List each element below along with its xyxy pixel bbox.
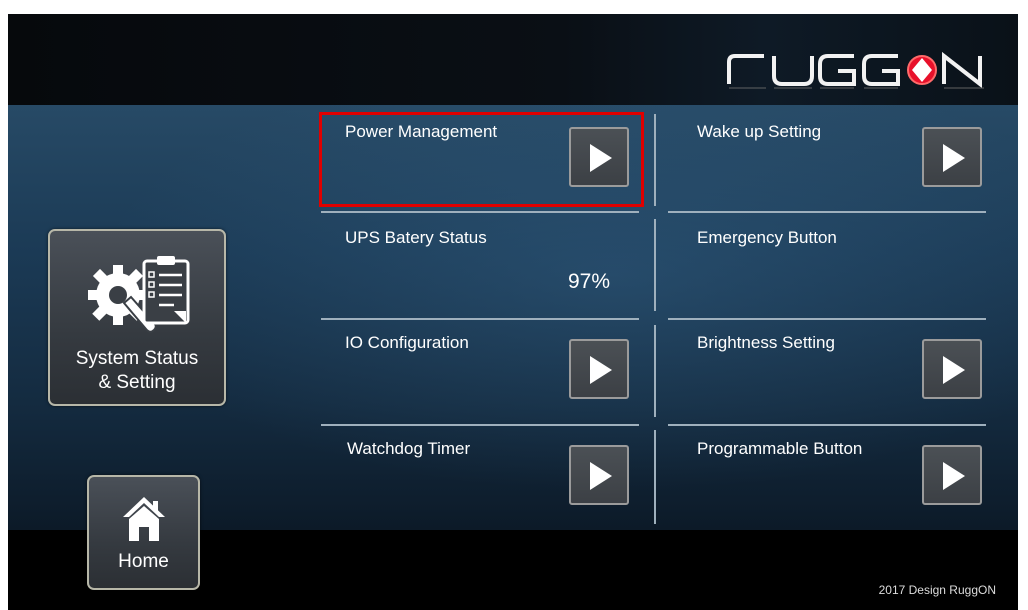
programmable-button-button[interactable] [922, 445, 982, 505]
separator [321, 424, 639, 426]
app-screen: System Status & Setting Home Power Manag… [8, 14, 1018, 610]
wake-up-setting-label: Wake up Setting [697, 122, 822, 141]
separator [654, 325, 656, 417]
wake-up-setting-button[interactable] [922, 127, 982, 187]
watchdog-timer-label: Watchdog Timer [347, 439, 471, 458]
separator [654, 114, 656, 206]
gear-checklist-icon [88, 256, 190, 333]
separator [654, 430, 656, 524]
ruggon-logo [727, 51, 984, 89]
emergency-button-label: Emergency Button [697, 228, 837, 247]
io-configuration-button[interactable] [569, 339, 629, 399]
separator [668, 424, 986, 426]
system-status-label-line2: & Setting [98, 372, 176, 393]
ups-battery-value: 97% [568, 270, 611, 293]
separator [321, 318, 639, 320]
top-bar [8, 14, 1018, 105]
home-label: Home [118, 551, 169, 572]
separator [321, 211, 639, 213]
watchdog-timer-button[interactable] [569, 445, 629, 505]
programmable-button-label: Programmable Button [697, 439, 863, 458]
system-status-label-line1: System Status [75, 348, 199, 369]
house-icon [123, 497, 165, 541]
play-arrow-icon [590, 356, 612, 384]
copyright-text: 2017 Design RuggON [878, 583, 996, 597]
system-status-button[interactable]: System Status & Setting [48, 229, 226, 406]
home-button[interactable]: Home [87, 475, 200, 590]
brightness-setting-button[interactable] [922, 339, 982, 399]
play-arrow-icon [943, 144, 965, 172]
play-arrow-icon [943, 356, 965, 384]
power-management-button[interactable] [569, 127, 629, 187]
separator [668, 318, 986, 320]
power-management-label: Power Management [345, 122, 498, 141]
ups-battery-status-label: UPS Batery Status [345, 228, 487, 247]
io-configuration-label: IO Configuration [345, 333, 469, 352]
play-arrow-icon [943, 462, 965, 490]
brightness-setting-label: Brightness Setting [697, 333, 835, 352]
separator [668, 211, 986, 213]
separator [654, 219, 656, 311]
play-arrow-icon [590, 462, 612, 490]
play-arrow-icon [590, 144, 612, 172]
